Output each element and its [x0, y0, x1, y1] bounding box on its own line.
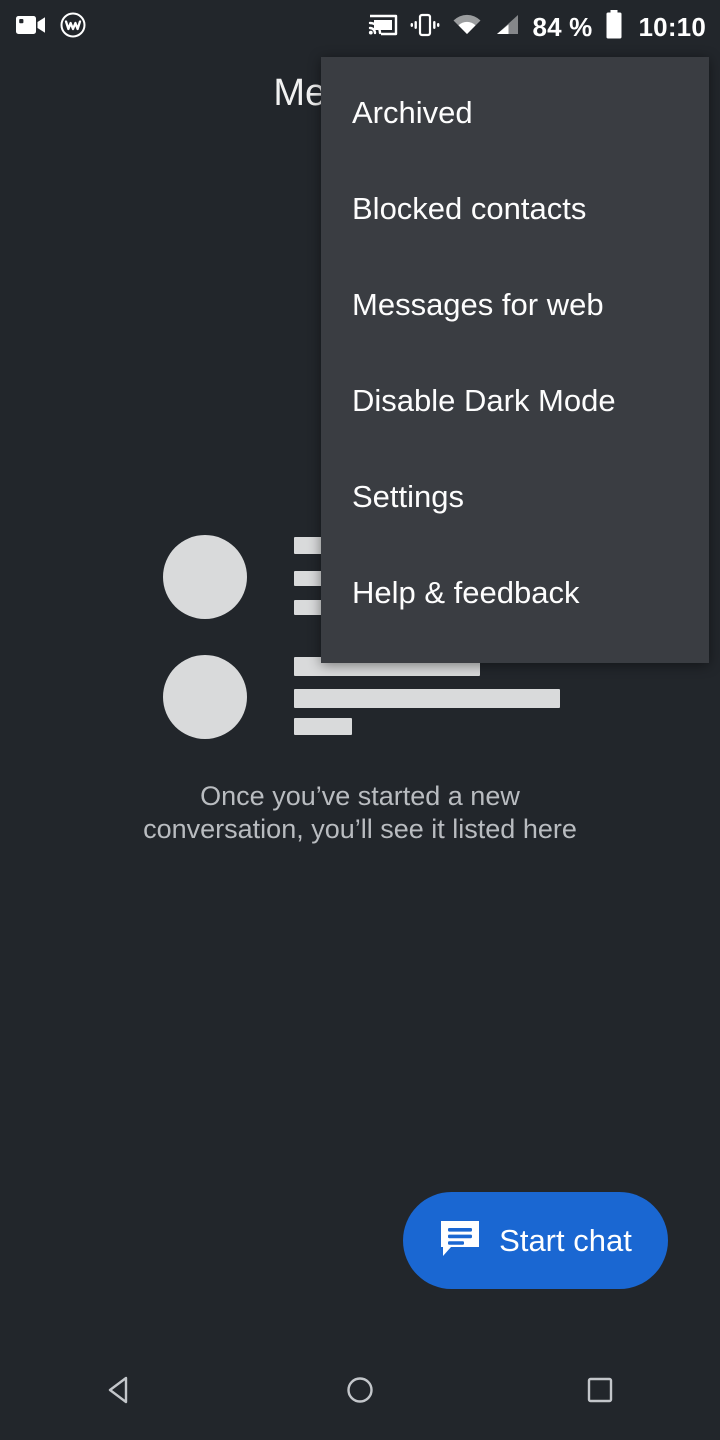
- vibrate-icon: [410, 12, 440, 43]
- waze-logo-icon: [60, 12, 86, 43]
- chat-bubble-icon: [439, 1219, 481, 1262]
- menu-item-label: Settings: [352, 479, 465, 514]
- menu-item-label: Help & feedback: [352, 575, 580, 610]
- menu-item-settings[interactable]: Settings: [321, 449, 709, 545]
- status-bar-left-icons: [0, 12, 86, 43]
- start-chat-label: Start chat: [499, 1222, 632, 1258]
- back-triangle-icon: [103, 1373, 137, 1412]
- empty-caption-line-2: conversation, you’ll see it listed here: [143, 814, 577, 844]
- android-navigation-bar: [0, 1344, 720, 1440]
- menu-item-label: Blocked contacts: [352, 191, 587, 226]
- recents-square-icon: [583, 1373, 617, 1412]
- clock-label: 10:10: [638, 11, 706, 42]
- wifi-icon: [452, 13, 482, 42]
- home-circle-icon: [343, 1373, 377, 1412]
- video-camera-icon: [16, 14, 46, 41]
- menu-item-label: Disable Dark Mode: [352, 383, 616, 418]
- placeholder-bar: [294, 689, 560, 708]
- menu-item-archived[interactable]: Archived: [321, 65, 709, 161]
- phone-screen: 84 % 10:10 Messages Once you’ve started …: [0, 0, 720, 1440]
- status-bar: 84 % 10:10: [0, 0, 720, 54]
- menu-item-disable-dark-mode[interactable]: Disable Dark Mode: [321, 353, 709, 449]
- empty-state-caption: Once you’ve started a new conversation, …: [0, 780, 720, 846]
- placeholder-bar: [294, 718, 352, 735]
- home-button[interactable]: [240, 1344, 480, 1440]
- back-button[interactable]: [0, 1344, 240, 1440]
- empty-caption-line-1: Once you’ve started a new: [200, 781, 520, 811]
- menu-item-blocked-contacts[interactable]: Blocked contacts: [321, 161, 709, 257]
- start-chat-button[interactable]: Start chat: [403, 1192, 668, 1289]
- menu-item-messages-for-web[interactable]: Messages for web: [321, 257, 709, 353]
- cast-icon: [368, 12, 398, 43]
- cellular-signal-icon: [494, 13, 520, 42]
- menu-item-label: Archived: [352, 95, 473, 130]
- avatar-placeholder: [163, 535, 247, 619]
- battery-icon: [605, 9, 623, 45]
- menu-item-label: Messages for web: [352, 287, 604, 322]
- recents-button[interactable]: [480, 1344, 720, 1440]
- overflow-menu: Archived Blocked contacts Messages for w…: [321, 57, 709, 663]
- menu-item-help-and-feedback[interactable]: Help & feedback: [321, 545, 709, 641]
- status-bar-right-icons: 84 % 10:10: [368, 9, 720, 45]
- battery-percent-label: 84 %: [532, 11, 593, 42]
- avatar-placeholder: [163, 655, 247, 739]
